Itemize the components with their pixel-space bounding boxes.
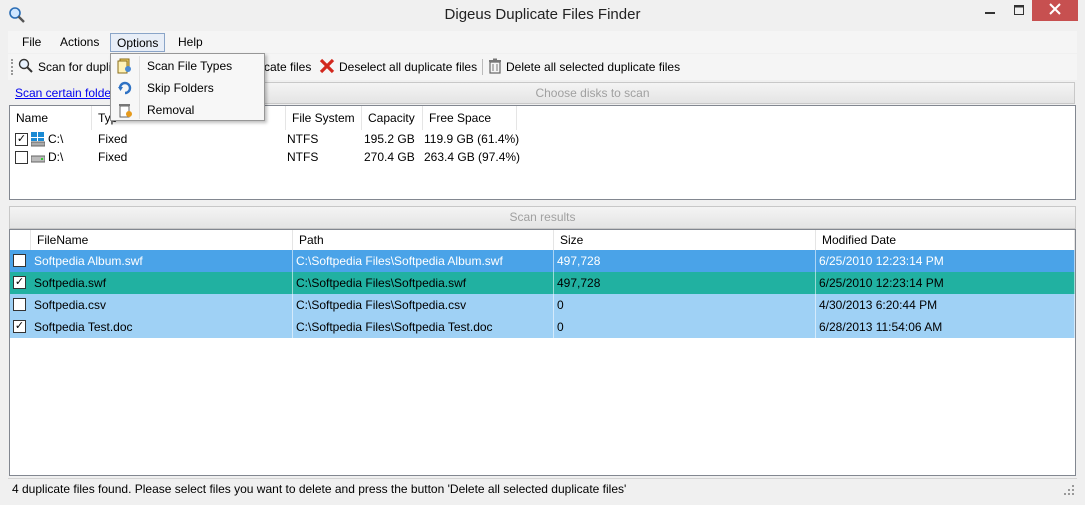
red-x-icon [319, 58, 335, 77]
result-modified: 6/28/2013 11:54:06 AM [816, 316, 1075, 338]
result-path: C:\Softpedia Files\Softpedia.csv [293, 294, 554, 316]
skip-folders-icon [117, 80, 133, 96]
trash-icon [488, 58, 502, 77]
scan-duplicates-label: Scan for dupli [38, 60, 112, 74]
menu-removal[interactable]: Removal [113, 99, 263, 120]
delete-selected-label: Delete all selected duplicate files [506, 60, 681, 74]
disk-freespace: 119.9 GB (61.4%) [424, 132, 520, 146]
result-checkbox[interactable]: ✓ [13, 276, 26, 289]
result-filename: Softpedia Album.swf [31, 250, 293, 272]
disk-col-capacity[interactable]: Capacity [362, 106, 423, 130]
result-path: C:\Softpedia Files\Softpedia.swf [293, 272, 554, 294]
result-row[interactable]: Softpedia Album.swf C:\Softpedia Files\S… [10, 250, 1075, 272]
disk-capacity: 195.2 GB [364, 132, 415, 146]
results-col-size[interactable]: Size [554, 230, 816, 250]
scan-file-types-label: Scan File Types [147, 58, 233, 73]
results-col-modified[interactable]: Modified Date [816, 230, 1075, 250]
maximize-icon [1013, 4, 1024, 18]
result-row[interactable]: ✓ Softpedia.swf C:\Softpedia Files\Softp… [10, 272, 1075, 294]
result-path: C:\Softpedia Files\Softpedia Test.doc [293, 316, 554, 338]
removal-icon [117, 102, 133, 118]
title-bar[interactable]: Digeus Duplicate Files Finder [0, 0, 1085, 31]
menu-help[interactable]: Help [172, 33, 209, 52]
disk-filesystem: NTFS [287, 132, 319, 146]
disk-row[interactable]: D:\ Fixed NTFS 270.4 GB 263.4 GB (97.4%) [10, 149, 530, 166]
result-checkbox[interactable]: ✓ [13, 320, 26, 333]
result-modified: 6/25/2010 12:23:14 PM [816, 272, 1075, 294]
select-duplicates-label: cate files [264, 60, 312, 74]
result-filename: Softpedia Test.doc [31, 316, 293, 338]
menu-options[interactable]: Options [110, 33, 166, 52]
disk-name: C:\ [48, 132, 64, 146]
results-col-path[interactable]: Path [293, 230, 554, 250]
drive-icon [30, 152, 46, 167]
disk-checkbox[interactable]: ✓ [15, 133, 28, 146]
window-title: Digeus Duplicate Files Finder [444, 6, 641, 23]
result-filename: Softpedia.swf [31, 272, 293, 294]
close-button[interactable] [1032, 0, 1078, 21]
minimize-icon [985, 4, 995, 18]
toolbar-separator [482, 59, 483, 75]
scan-magnifier-icon [18, 58, 34, 77]
minimize-button[interactable] [976, 0, 1004, 21]
delete-selected-button[interactable]: Delete all selected duplicate files [488, 58, 680, 76]
scan-certain-folder-link[interactable]: Scan certain folder [15, 86, 115, 100]
menu-scan-file-types[interactable]: Scan File Types [113, 55, 263, 76]
result-row[interactable]: ✓ Softpedia Test.doc C:\Softpedia Files\… [10, 316, 1075, 338]
results-list: FileName Path Size Modified Date Softped… [9, 229, 1076, 476]
result-checkbox[interactable] [13, 298, 26, 311]
result-modified: 4/30/2013 6:20:44 PM [816, 294, 1075, 316]
deselect-all-label: Deselect all duplicate files [339, 60, 478, 74]
disk-col-freespace[interactable]: Free Space [423, 106, 517, 130]
result-size: 0 [554, 294, 816, 316]
removal-label: Removal [147, 102, 195, 117]
result-size: 497,728 [554, 250, 816, 272]
result-size: 497,728 [554, 272, 816, 294]
skip-folders-label: Skip Folders [147, 80, 214, 95]
maximize-button[interactable] [1005, 0, 1032, 21]
result-row[interactable]: Softpedia.csv C:\Softpedia Files\Softped… [10, 294, 1075, 316]
deselect-all-button[interactable]: Deselect all duplicate files [319, 58, 477, 76]
close-icon [1049, 3, 1061, 18]
disk-filesystem: NTFS [287, 150, 319, 164]
disk-type: Fixed [98, 132, 128, 146]
disk-type: Fixed [98, 150, 128, 164]
disk-col-name[interactable]: Name [10, 106, 92, 130]
result-path: C:\Softpedia Files\Softpedia Album.swf [293, 250, 554, 272]
status-message: 4 duplicate files found. Please select f… [12, 482, 627, 496]
result-size: 0 [554, 316, 816, 338]
results-col-check [10, 230, 31, 250]
select-duplicates-button[interactable]: cate files [264, 58, 311, 76]
result-checkbox[interactable] [13, 254, 26, 267]
result-filename: Softpedia.csv [31, 294, 293, 316]
menu-actions[interactable]: Actions [54, 33, 105, 52]
menu-file[interactable]: File [16, 33, 47, 52]
scan-results-header: Scan results [9, 206, 1076, 229]
windows-drive-icon [30, 132, 46, 150]
disk-name: D:\ [48, 150, 64, 164]
options-dropdown: Scan File Types Skip Folders Removal [110, 53, 265, 121]
menu-bar: File Actions Options Help [8, 31, 1077, 53]
file-types-icon [117, 58, 133, 74]
status-bar: 4 duplicate files found. Please select f… [8, 478, 1077, 498]
disk-row[interactable]: ✓ C:\ Fixed NTFS 195.2 GB 119.9 GB (61.4… [10, 131, 530, 148]
disk-freespace: 263.4 GB (97.4%) [424, 150, 521, 164]
disk-col-filesystem[interactable]: File System [286, 106, 362, 130]
app-window: Digeus Duplicate Files Finder File Actio… [0, 0, 1085, 505]
disk-capacity: 270.4 GB [364, 150, 415, 164]
scan-duplicates-button[interactable]: Scan for dupli [18, 58, 111, 76]
result-modified: 6/25/2010 12:23:14 PM [816, 250, 1075, 272]
resize-grip-icon[interactable] [1063, 484, 1075, 496]
toolbar-grip[interactable] [11, 59, 14, 75]
menu-skip-folders[interactable]: Skip Folders [113, 77, 263, 98]
results-col-filename[interactable]: FileName [31, 230, 293, 250]
disk-checkbox[interactable] [15, 151, 28, 164]
